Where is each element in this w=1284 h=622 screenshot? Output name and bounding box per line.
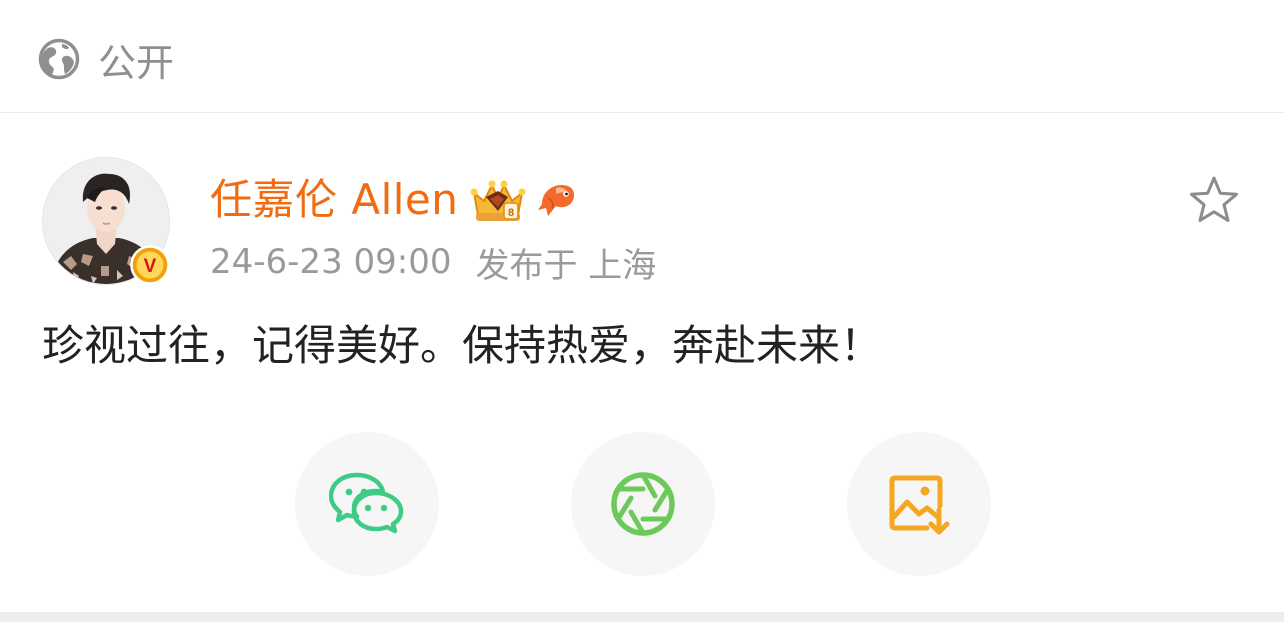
post-meta: 24-6-23 09:00 发布于 上海 (210, 238, 656, 286)
wechat-icon (329, 472, 404, 534)
svg-text:V: V (144, 256, 157, 277)
verified-badge-icon: V (130, 245, 170, 285)
svg-text:8: 8 (508, 207, 514, 219)
bottom-divider (0, 612, 1284, 622)
post-body: 珍视过往，记得美好。保持热爱，奔赴未来！ (42, 321, 883, 370)
aperture-icon (611, 472, 675, 536)
post-location: 发布于 上海 (475, 245, 657, 286)
share-moments-button[interactable] (571, 432, 715, 576)
visibility-selector[interactable]: 公开 (0, 0, 1284, 113)
crown-vip-icon[interactable]: 8 (468, 175, 528, 225)
share-wechat-button[interactable] (295, 432, 439, 576)
author-name[interactable]: 任嘉伦 Allen (210, 172, 458, 228)
weibo-share-card: 公开 V 任嘉伦 Allen 8 24-6-23 09:00 发布于 上海 珍视… (0, 0, 1284, 622)
author-avatar[interactable]: V (42, 157, 170, 285)
star-outline-icon[interactable] (1187, 174, 1241, 226)
post-timestamp: 24-6-23 09:00 (210, 242, 452, 282)
fish-icon[interactable] (534, 176, 578, 224)
save-image-button[interactable] (847, 432, 991, 576)
image-download-icon (889, 475, 950, 535)
globe-icon (38, 38, 80, 80)
author-line: 任嘉伦 Allen 8 (210, 172, 578, 228)
visibility-label: 公开 (98, 41, 175, 85)
